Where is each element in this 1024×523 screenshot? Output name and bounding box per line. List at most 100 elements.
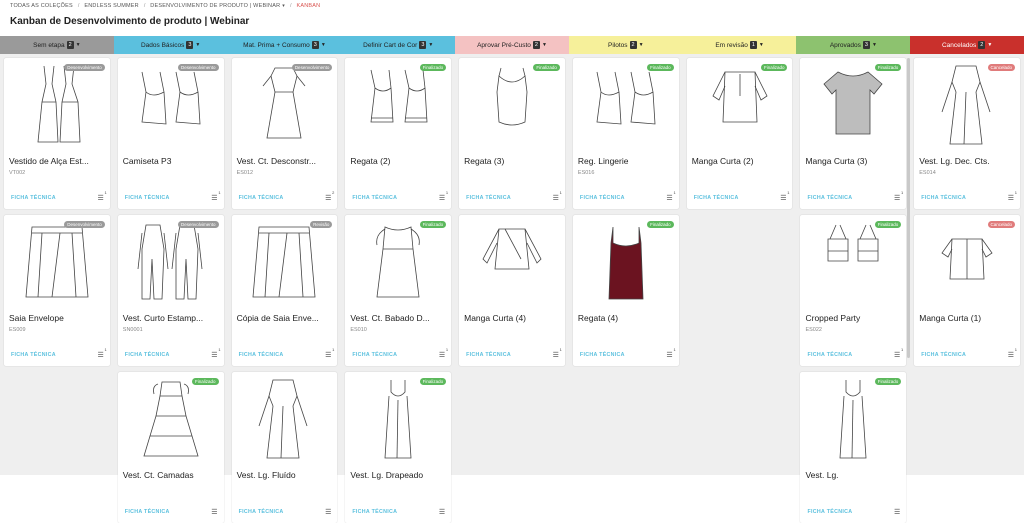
ficha-tecnica-link[interactable]: FICHA TÉCNICA <box>125 352 170 358</box>
breadcrumb-all-collections[interactable]: TODAS AS COLEÇÕES <box>10 3 73 9</box>
comments-icon[interactable]: ☰ 1 <box>894 190 903 202</box>
breadcrumb-project[interactable]: DESENVOLVIMENTO DE PRODUTO | WEBINAR <box>150 3 280 9</box>
product-thumbnail[interactable]: Finalizado <box>800 58 906 150</box>
product-thumbnail[interactable]: Cancelado <box>914 215 1020 307</box>
product-card[interactable]: Desenvolvimento Vestido de Alça Est... VT0… <box>4 58 110 209</box>
column-header[interactable]: Aprovar Pré-Custo 2 ▼ <box>455 36 569 54</box>
comments-icon[interactable]: ☰ <box>439 508 445 516</box>
column-header[interactable]: Mat. Prima + Consumo 3 ▼ <box>227 36 342 54</box>
ficha-tecnica-link[interactable]: FICHA TÉCNICA <box>694 195 739 201</box>
product-card[interactable]: Finalizado Vest. Lg. FICHA TÉCNICA ☰ <box>800 372 907 523</box>
ficha-tecnica-link[interactable]: FICHA TÉCNICA <box>466 352 511 358</box>
ficha-tecnica-link[interactable]: FICHA TÉCNICA <box>239 509 284 515</box>
product-card[interactable]: Finalizado Manga Curta (2) FICHA TÉCNICA ☰ 1 <box>686 58 793 209</box>
product-thumbnail[interactable]: Finalizado <box>800 215 906 307</box>
comments-icon[interactable]: ☰ <box>894 508 900 516</box>
product-thumbnail[interactable]: Desenvolvimento <box>4 215 110 307</box>
comments-icon[interactable]: ☰ 1 <box>211 347 220 359</box>
chevron-down-icon[interactable]: ▾ <box>282 3 285 9</box>
product-card[interactable]: Finalizado Regata (2) FICHA TÉCNICA ☰ 1 <box>345 58 452 209</box>
ficha-tecnica-link[interactable]: FICHA TÉCNICA <box>125 509 170 515</box>
product-card[interactable]: Desenvolvimento Saia Envelope ES009 FICHA T… <box>4 215 110 366</box>
ficha-tecnica-link[interactable]: FICHA TÉCNICA <box>807 509 852 515</box>
ficha-tecnica-link[interactable]: FICHA TÉCNICA <box>11 352 56 358</box>
product-thumbnail[interactable]: Desenvolvimento <box>4 58 110 150</box>
comments-icon[interactable]: ☰ 2 <box>325 190 334 202</box>
product-card[interactable]: Revisão Cópia de Saia Enve... FICHA TÉCNIC… <box>231 215 338 366</box>
product-card[interactable]: Finalizado Manga Curta (3) FICHA TÉCNICA ☰ 1 <box>800 58 907 209</box>
ficha-tecnica-link[interactable]: FICHA TÉCNICA <box>807 352 852 358</box>
product-card[interactable]: Cancelado Manga Curta (1) FICHA TÉCNICA ☰ 1 <box>914 215 1021 366</box>
chevron-down-icon[interactable]: ▼ <box>542 42 547 48</box>
chevron-down-icon[interactable]: ▼ <box>428 42 433 48</box>
column-header[interactable]: Aprovados 3 ▼ <box>796 36 911 54</box>
column-header[interactable]: Dados Básicos 3 ▼ <box>113 36 228 54</box>
ficha-tecnica-link[interactable]: FICHA TÉCNICA <box>580 195 625 201</box>
chevron-down-icon[interactable]: ▼ <box>759 42 764 48</box>
product-thumbnail[interactable]: Finalizado <box>800 372 906 464</box>
product-card[interactable]: Finalizado Regata (4) FICHA TÉCNICA ☰ 1 <box>572 215 679 366</box>
ficha-tecnica-link[interactable]: FICHA TÉCNICA <box>125 195 170 201</box>
chevron-down-icon[interactable]: ▼ <box>987 42 992 48</box>
product-card[interactable]: Cancelado Vest. Lg. Dec. Cts. ES014 FICHA T… <box>914 58 1021 209</box>
column-header[interactable]: Pilotos 2 ▼ <box>568 36 683 54</box>
product-card[interactable]: Desenvolvimento Camiseta P3 FICHA TÉCNICA ☰… <box>117 58 224 209</box>
comments-icon[interactable]: ☰ 1 <box>439 190 448 202</box>
ficha-tecnica-link[interactable]: FICHA TÉCNICA <box>466 195 511 201</box>
product-thumbnail[interactable]: Finalizado <box>573 58 679 150</box>
product-thumbnail[interactable]: Finalizado <box>345 58 451 150</box>
comments-icon[interactable]: ☰ <box>211 508 217 516</box>
product-thumbnail[interactable]: Desenvolvimento <box>118 215 224 307</box>
comments-icon[interactable]: ☰ 1 <box>98 347 107 359</box>
column-header[interactable]: Definir Cart de Cor 3 ▼ <box>341 36 456 54</box>
ficha-tecnica-link[interactable]: FICHA TÉCNICA <box>239 352 284 358</box>
product-thumbnail[interactable]: Desenvolvimento <box>232 58 338 150</box>
ficha-tecnica-link[interactable]: FICHA TÉCNICA <box>11 195 56 201</box>
ficha-tecnica-link[interactable]: FICHA TÉCNICA <box>580 352 625 358</box>
product-thumbnail[interactable]: Desenvolvimento <box>118 58 224 150</box>
column-header[interactable]: Em revisão 1 ▼ <box>682 36 797 54</box>
comments-icon[interactable]: ☰ 1 <box>666 190 675 202</box>
product-card[interactable]: Desenvolvimento Vest. Ct. Desconstr... ES0… <box>231 58 338 209</box>
product-card[interactable]: Finalizado Vest. Ct. Camadas FICHA TÉCNICA… <box>117 372 224 523</box>
product-card[interactable]: Vest. Lg. Fluído FICHA TÉCNICA ☰ <box>231 372 338 523</box>
chevron-down-icon[interactable]: ▼ <box>321 42 326 48</box>
breadcrumb-collection[interactable]: ENDLESS SUMMER <box>84 3 138 9</box>
product-card[interactable]: Desenvolvimento Vest. Curto Estamp... SN00… <box>117 215 224 366</box>
product-card[interactable]: Finalizado Cropped Party ES022 FICHA TÉCNIC… <box>800 215 907 366</box>
chevron-down-icon[interactable]: ▼ <box>76 42 81 48</box>
product-card[interactable]: Finalizado Vest. Ct. Babado D... ES010 FICH… <box>345 215 452 366</box>
column-header[interactable]: Sem etapa 2 ▼ <box>0 36 114 54</box>
product-thumbnail[interactable]: Cancelado <box>914 58 1020 150</box>
product-card[interactable]: Finalizado Reg. Lingerie ES016 FICHA TÉCNIC… <box>572 58 679 209</box>
product-card[interactable]: Finalizado Regata (3) FICHA TÉCNICA ☰ 1 <box>459 58 565 209</box>
comments-icon[interactable]: ☰ 1 <box>666 347 675 359</box>
ficha-tecnica-link[interactable]: FICHA TÉCNICA <box>921 352 966 358</box>
ficha-tecnica-link[interactable]: FICHA TÉCNICA <box>352 195 397 201</box>
ficha-tecnica-link[interactable]: FICHA TÉCNICA <box>352 509 397 515</box>
product-card[interactable]: Finalizado Vest. Lg. Drapeado FICHA TÉCNIC… <box>345 372 452 523</box>
ficha-tecnica-link[interactable]: FICHA TÉCNICA <box>807 195 852 201</box>
ficha-tecnica-link[interactable]: FICHA TÉCNICA <box>921 195 966 201</box>
ficha-tecnica-link[interactable]: FICHA TÉCNICA <box>352 352 397 358</box>
comments-icon[interactable]: ☰ 1 <box>894 347 903 359</box>
chevron-down-icon[interactable]: ▼ <box>872 42 877 48</box>
product-thumbnail[interactable] <box>232 372 338 464</box>
product-thumbnail[interactable]: Revisão <box>232 215 338 307</box>
product-thumbnail[interactable]: Finalizado <box>345 215 451 307</box>
product-thumbnail[interactable]: Finalizado <box>573 215 679 307</box>
product-thumbnail[interactable]: Finalizado <box>459 58 565 150</box>
comments-icon[interactable]: ☰ <box>325 508 331 516</box>
comments-icon[interactable]: ☰ 1 <box>553 190 562 202</box>
product-thumbnail[interactable]: Finalizado <box>687 58 793 150</box>
product-card[interactable]: Manga Curta (4) FICHA TÉCNICA ☰ 1 <box>459 215 565 366</box>
product-thumbnail[interactable] <box>459 215 565 307</box>
product-thumbnail[interactable]: Finalizado <box>345 372 451 464</box>
product-thumbnail[interactable]: Finalizado <box>118 372 224 464</box>
comments-icon[interactable]: ☰ 1 <box>98 190 107 202</box>
ficha-tecnica-link[interactable]: FICHA TÉCNICA <box>239 195 284 201</box>
chevron-down-icon[interactable]: ▼ <box>195 42 200 48</box>
chevron-down-icon[interactable]: ▼ <box>639 42 644 48</box>
comments-icon[interactable]: ☰ 1 <box>439 347 448 359</box>
comments-icon[interactable]: ☰ 1 <box>1008 190 1017 202</box>
